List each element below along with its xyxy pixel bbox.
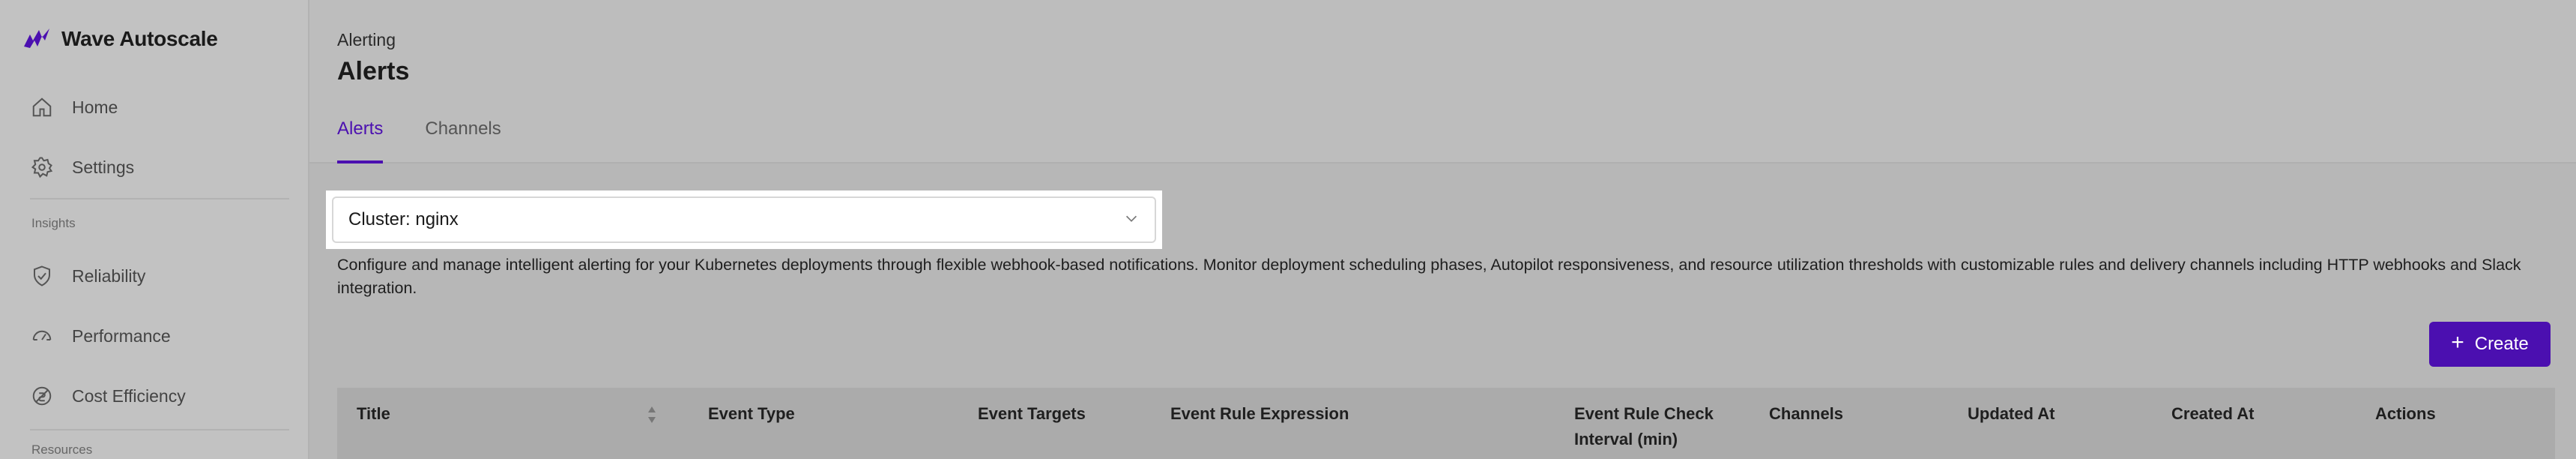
sidebar-item-label: Performance [72,326,171,346]
create-button-label: Create [2474,334,2529,354]
section-label-insights: Insights [31,216,76,230]
cluster-select-value: Cluster: nginx [348,209,459,230]
wave-logo-icon [24,28,49,48]
sidebar-item-home[interactable]: Home [30,86,292,128]
tab-bar: Alerts Channels [337,118,501,164]
app-name: Wave Autoscale [61,27,218,50]
speedometer-icon [30,324,54,348]
gear-icon [30,155,54,179]
sidebar-item-performance[interactable]: Performance [30,315,292,357]
sidebar: Wave Autoscale Home Settings Insights Re… [0,0,309,459]
breadcrumb[interactable]: Alerting [337,30,396,50]
sidebar-item-label: Settings [72,157,135,177]
column-header-event-rule-expression: Event Rule Expression [1170,404,1349,423]
column-header-title[interactable]: Title [357,401,390,427]
chevron-down-icon [1123,210,1140,230]
section-label-resources: Resources [31,442,93,457]
sidebar-item-cost-efficiency[interactable]: Cost Efficiency [30,375,292,417]
column-header-actions: Actions [2375,404,2436,423]
page-title: Alerts [337,57,410,86]
column-header-event-targets: Event Targets [978,404,1086,423]
app-logo[interactable]: Wave Autoscale [22,22,218,56]
divider [30,429,289,430]
plus-icon: + [2451,330,2464,355]
tab-channels[interactable]: Channels [425,118,501,164]
page-description: Configure and manage intelligent alertin… [337,256,2521,297]
column-header-updated-at: Updated At [1968,404,2055,423]
table-header: Title Event Type Event Targets Event Rul… [337,388,2555,459]
page-header: Alerting Alerts Alerts Channels [309,0,2576,164]
cluster-select[interactable]: Cluster: nginx [332,196,1156,243]
column-header-check-interval: Event Rule Check Interval (min) [1574,404,1714,448]
shield-check-icon [30,264,54,288]
home-icon [30,95,54,119]
sidebar-item-label: Cost Efficiency [72,386,186,406]
divider [30,198,289,200]
sidebar-item-reliability[interactable]: Reliability [30,255,292,297]
main-area: Alerting Alerts Alerts Channels Cluster:… [309,0,2576,459]
create-button[interactable]: + Create [2429,322,2551,367]
column-header-channels: Channels [1769,404,1844,423]
content-area: Cluster: nginx Configure and manage inte… [309,164,2576,459]
cluster-select-highlight: Cluster: nginx [326,190,1162,249]
column-header-event-type: Event Type [708,404,795,423]
tab-alerts[interactable]: Alerts [337,118,384,164]
sort-icon[interactable] [646,404,658,425]
sidebar-item-label: Reliability [72,266,146,286]
sidebar-item-label: Home [72,97,118,117]
column-header-created-at: Created At [2171,404,2255,423]
sidebar-item-settings[interactable]: Settings [30,146,292,188]
cost-icon [30,384,54,408]
